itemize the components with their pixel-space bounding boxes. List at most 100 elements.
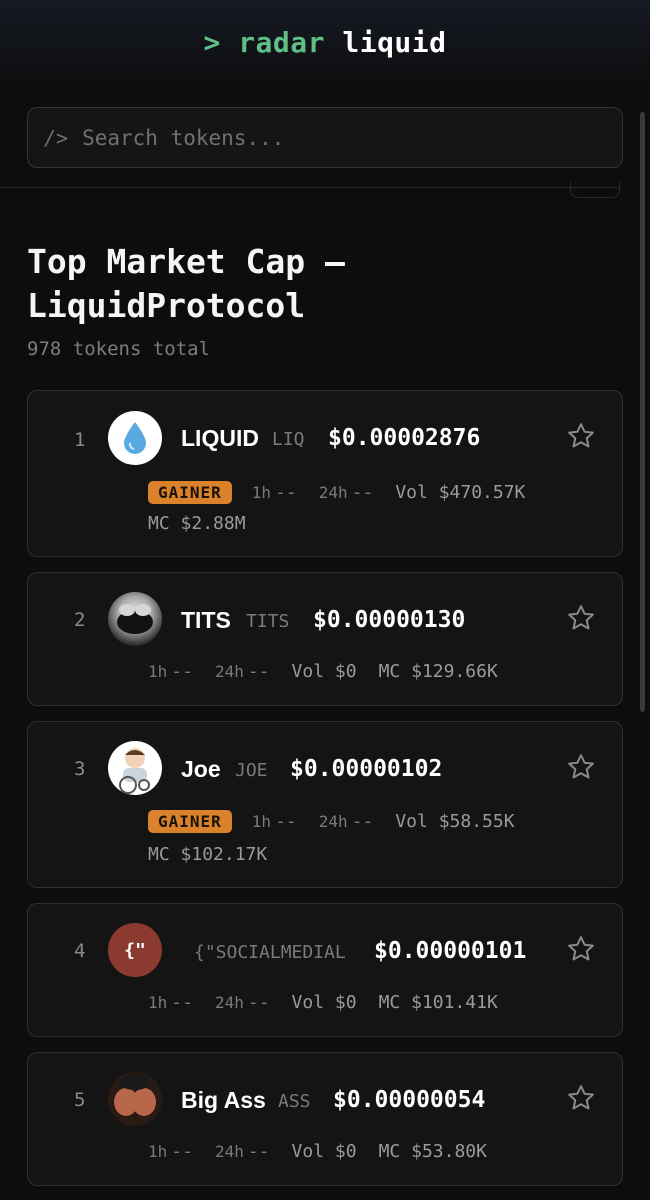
token-avatar-tits [108,592,162,646]
token-rank: 4 [74,940,86,962]
label-mc: MC [148,513,170,534]
token-name: Big Ass [181,1087,266,1113]
label-mc: MC [378,661,401,682]
header-divider [0,187,620,188]
token-volume: $0 [334,992,357,1013]
token-count: 978 tokens total [27,338,211,360]
change-24h: -- [351,482,374,503]
token-mcap: $129.66K [411,661,498,682]
favorite-star-icon[interactable] [566,603,596,633]
token-rank: 2 [74,609,86,631]
label-1h: 1h [251,483,272,502]
label-1h: 1h [251,812,272,831]
token-price: $0.00000054 [333,1087,486,1113]
token-price: $0.00002876 [328,425,481,451]
token-name: LIQUID [181,425,259,451]
change-24h: -- [247,992,270,1013]
brand-prompt: > [203,26,221,59]
token-stats-row: 1h -- 24h -- Vol $0 MC $53.80K [148,1141,509,1162]
change-1h: -- [275,811,297,832]
token-symbol: {"SOCIALMEDIAL [194,942,346,963]
token-card-4[interactable]: 4 {" {"SOCIALMEDIAL $0.00000101 1h -- 24… [27,903,623,1037]
token-volume: $470.57K [438,482,526,503]
token-rank: 1 [74,429,86,451]
change-1h: -- [171,992,193,1013]
token-mcap: $53.80K [411,1141,487,1162]
change-24h: -- [247,661,270,682]
label-24h: 24h [214,662,244,681]
label-1h: 1h [148,1142,168,1161]
token-volume: $0 [334,1141,357,1162]
brand-name: liquid [342,26,447,59]
label-mc: MC [378,1141,401,1162]
token-avatar-liquid [108,411,162,465]
token-stats-row: 1h -- 24h -- Vol $0 MC $101.41K [148,992,520,1013]
favorite-star-icon[interactable] [566,421,596,451]
change-1h: -- [171,1141,193,1162]
token-rank: 3 [74,758,86,780]
label-mc: MC [378,992,401,1013]
label-mc: MC [148,844,170,865]
change-24h: -- [247,1141,270,1162]
token-avatar-socialmedia: {" [108,923,162,977]
token-symbol: LIQ [272,429,305,450]
avatar-image [114,1074,156,1116]
gainer-badge: GAINER [148,810,232,833]
token-mcap: $2.88M [180,513,246,534]
token-price: $0.00000130 [313,607,466,633]
favorite-star-icon[interactable] [566,934,596,964]
token-symbol: TITS [246,611,290,632]
token-price: $0.00000102 [290,756,443,782]
token-card-3[interactable]: 3 Joe JOE $0.00000102 GAINER 1h -- 24h -… [27,721,623,888]
favorite-star-icon[interactable] [566,752,596,782]
token-symbol: ASS [278,1091,311,1112]
search-prefix-icon: /> [44,125,69,150]
token-card-2[interactable]: 2 TITS TITS $0.00000130 1h -- 24h -- Vol… [27,572,623,706]
label-vol: Vol [291,992,325,1013]
scrollbar[interactable] [640,112,645,712]
divider-tab [570,182,620,198]
search-input[interactable] [82,125,603,150]
token-price: $0.00000101 [374,938,527,964]
search-bar[interactable]: /> [27,107,623,168]
token-volume: $58.55K [438,811,515,832]
avatar-image [117,604,153,634]
label-24h: 24h [318,483,348,502]
token-mcap-row: MC $102.17K [148,844,267,865]
token-name: TITS [181,607,231,633]
droplet-icon [124,422,146,454]
brand-logo[interactable]: > radar liquid [0,26,650,59]
token-stats-row: GAINER 1h -- 24h -- Vol $58.55K [148,810,537,833]
label-24h: 24h [318,812,348,831]
label-1h: 1h [148,662,168,681]
token-avatar-big-ass [108,1072,162,1126]
token-mcap: $101.41K [411,992,498,1013]
change-24h: -- [351,811,374,832]
avatar-text: {" [124,939,146,961]
token-card-1[interactable]: 1 LIQUID LIQ $0.00002876 GAINER 1h -- 24… [27,390,623,557]
token-rank: 5 [74,1089,86,1111]
change-1h: -- [275,482,297,503]
change-1h: -- [171,661,193,682]
token-card-5[interactable]: 5 Big Ass ASS $0.00000054 1h -- 24h -- V… [27,1052,623,1186]
label-vol: Vol [395,811,428,832]
favorite-star-icon[interactable] [566,1083,596,1113]
token-stats-row: GAINER 1h -- 24h -- Vol $470.57K [148,481,547,504]
label-1h: 1h [148,993,168,1012]
label-vol: Vol [291,1141,325,1162]
token-symbol: JOE [235,760,268,781]
label-24h: 24h [214,1142,244,1161]
avatar-image [119,748,150,794]
label-24h: 24h [214,993,244,1012]
gainer-badge: GAINER [148,481,232,504]
token-mcap: $102.17K [180,844,268,865]
token-mcap-row: MC $2.88M [148,513,246,534]
token-avatar-joe [108,741,162,795]
token-volume: $0 [334,661,357,682]
label-vol: Vol [395,482,428,503]
token-stats-row: 1h -- 24h -- Vol $0 MC $129.66K [148,661,520,682]
page-title: Top Market Cap — LiquidProtocol [27,242,345,325]
label-vol: Vol [291,661,325,682]
token-name: Joe [181,756,221,782]
brand-word: radar [238,26,325,59]
